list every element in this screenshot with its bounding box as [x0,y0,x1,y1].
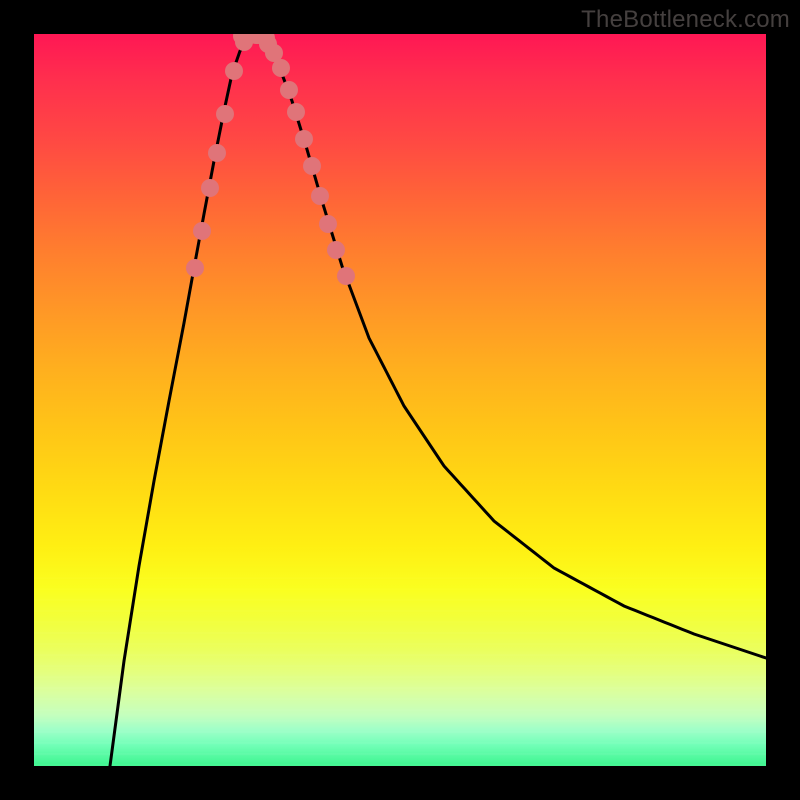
watermark-text: TheBottleneck.com [581,6,790,34]
dot-right-dots [319,215,337,233]
chart-svg [34,34,766,766]
dot-left-dots [208,144,226,162]
dot-right-dots [287,103,305,121]
plot-area [34,34,766,766]
dot-left-dots [201,179,219,197]
curve-left-branch [110,35,254,766]
dot-right-dots [272,59,290,77]
dot-left-dots [225,62,243,80]
curves-group [110,35,766,766]
dots-group [186,34,355,285]
dot-right-dots [337,267,355,285]
dot-right-dots [280,81,298,99]
dot-left-dots [186,259,204,277]
dot-left-dots [216,105,234,123]
curve-right-branch [254,35,766,658]
dot-right-dots [327,241,345,259]
dot-right-dots [311,187,329,205]
dot-right-dots [295,130,313,148]
dot-right-dots [303,157,321,175]
dot-left-dots [193,222,211,240]
